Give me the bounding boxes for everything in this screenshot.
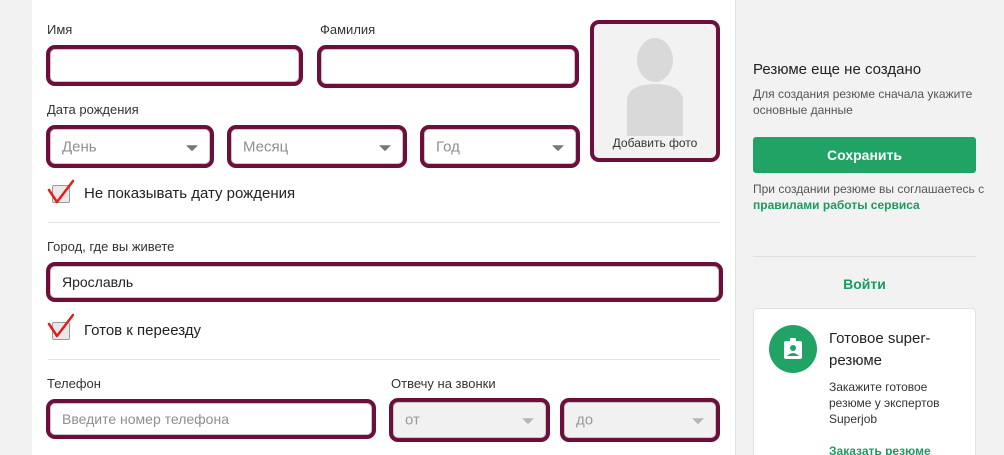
birth-day-placeholder: День: [62, 138, 97, 155]
divider: [753, 256, 976, 257]
call-to-select[interactable]: до: [560, 398, 720, 442]
chevron-down-icon: [186, 144, 198, 151]
check-icon: [47, 179, 75, 204]
add-photo-button[interactable]: Добавить фото: [590, 20, 720, 162]
resume-sidebar: Резюме еще не создано Для создания резюм…: [737, 0, 1004, 455]
birth-month-select[interactable]: Месяц: [227, 125, 407, 168]
first-name-input[interactable]: [46, 45, 303, 86]
sidebar-subtitle: Для создания резюме сначала укажите осно…: [753, 87, 973, 117]
first-name-label: Имя: [47, 22, 73, 37]
divider: [48, 222, 720, 223]
save-button[interactable]: Сохранить: [753, 137, 976, 173]
phone-placeholder: Введите номер телефона: [62, 411, 229, 427]
last-name-label: Фамилия: [320, 22, 376, 37]
birth-month-placeholder: Месяц: [243, 138, 289, 155]
resume-form: Имя Фамилия Добавить фото Дата рождения …: [32, 0, 736, 455]
divider: [48, 359, 720, 360]
avatar-silhouette-icon: [627, 38, 683, 136]
terms-prefix: При создании резюме вы соглашаетесь с: [753, 182, 985, 196]
call-to-placeholder: до: [576, 411, 594, 429]
relocate-label[interactable]: Готов к переезду: [84, 322, 201, 339]
promo-text: Закажите готовое резюме у экспертов Supe…: [829, 380, 940, 426]
terms-text: При создании резюме вы соглашаетесь с пр…: [753, 181, 993, 213]
hide-birth-date-label[interactable]: Не показывать дату рождения: [84, 185, 295, 202]
call-from-placeholder: от: [405, 411, 420, 429]
terms-link[interactable]: правилами работы сервиса: [753, 198, 920, 212]
city-value: Ярославль: [62, 274, 134, 290]
order-resume-link[interactable]: Заказать резюме: [829, 444, 931, 455]
birth-day-select[interactable]: День: [46, 125, 214, 168]
city-label: Город, где вы живете: [47, 239, 175, 254]
call-time-label: Отвечу на звонки: [391, 376, 496, 391]
login-link[interactable]: Войти: [753, 276, 976, 292]
resume-badge-icon: [769, 325, 817, 373]
chevron-down-icon: [552, 144, 564, 151]
chevron-down-icon: [692, 418, 704, 425]
birth-year-select[interactable]: Год: [420, 125, 580, 168]
super-resume-promo: Готовое super-резюме Закажите готовое ре…: [753, 308, 976, 455]
check-icon: [47, 313, 75, 338]
phone-input[interactable]: Введите номер телефона: [46, 399, 376, 439]
chevron-down-icon: [522, 418, 534, 425]
call-from-select[interactable]: от: [389, 398, 550, 442]
city-input[interactable]: Ярославль: [46, 262, 723, 302]
sidebar-title: Резюме еще не создано: [753, 61, 922, 78]
last-name-input[interactable]: [317, 45, 579, 88]
chevron-down-icon: [379, 144, 391, 151]
birth-year-placeholder: Год: [436, 138, 460, 155]
phone-label: Телефон: [47, 376, 101, 391]
add-photo-label: Добавить фото: [612, 136, 698, 150]
birth-date-label: Дата рождения: [47, 102, 139, 117]
promo-title: Готовое super-резюме: [829, 330, 931, 369]
